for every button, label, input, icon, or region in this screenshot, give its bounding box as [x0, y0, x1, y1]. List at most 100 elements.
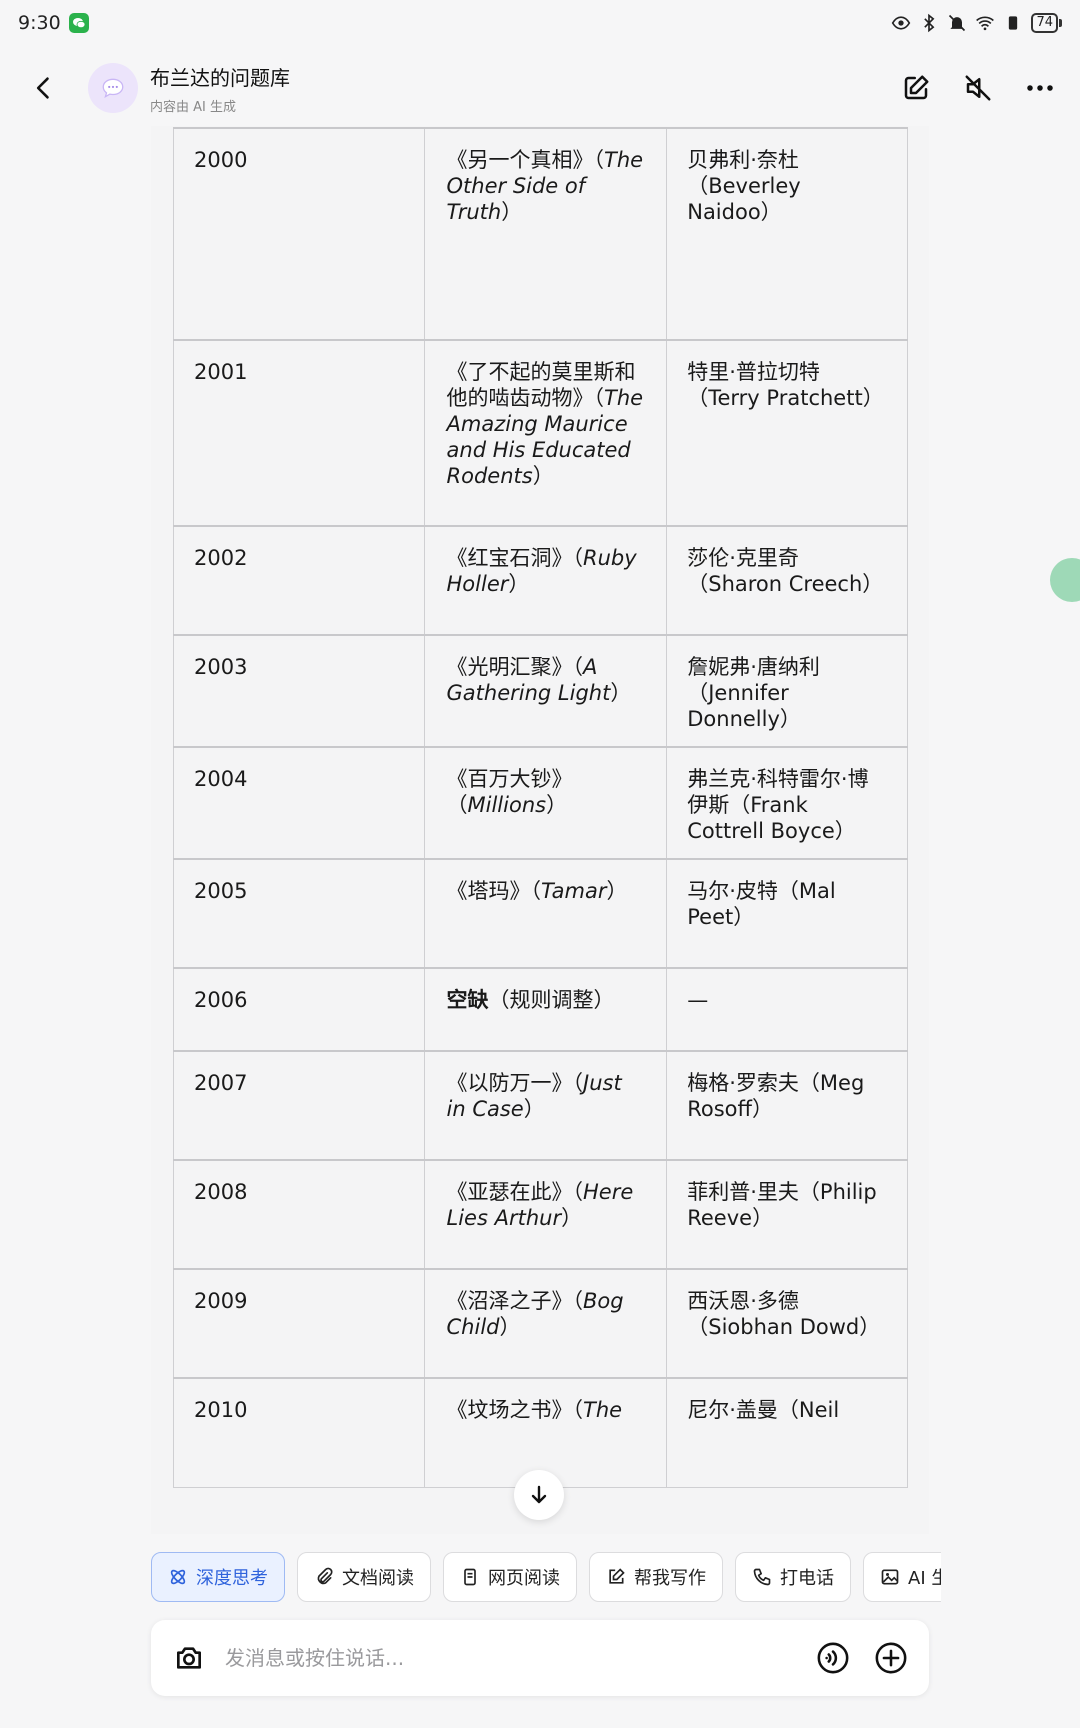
book-title-cn: 《坟场之书》（	[446, 1398, 584, 1422]
chip-label: 帮我写作	[634, 1568, 706, 1589]
book-cell: 《光明汇聚》（A Gathering Light）	[423, 634, 668, 748]
author-cell: 马尔·皮特（Mal Peet）	[666, 858, 908, 969]
battery-level: 74	[1031, 13, 1058, 33]
message-input-bar	[151, 1620, 929, 1696]
book-title-close: ）	[561, 1206, 583, 1230]
book-title-cn: 《沼泽之子》（	[446, 1289, 584, 1313]
chat-bubble-icon	[102, 78, 124, 99]
chip-image[interactable]: AI 生	[863, 1552, 941, 1602]
table-row: 2008 《亚瑟在此》（Here Lies Arthur） 菲利普·里夫（Phili…	[173, 1159, 908, 1270]
year-cell: 2004	[173, 746, 425, 860]
author-cell: 菲利普·里夫（Philip Reeve）	[666, 1159, 908, 1270]
floating-assistant-handle[interactable]	[1050, 558, 1080, 602]
chip-label: 文档阅读	[342, 1568, 414, 1589]
table-row: 2004 《百万大钞》（Millions） 弗兰克·科特雷尔·博伊斯（Frank C…	[173, 746, 908, 860]
author-cell: 弗兰克·科特雷尔·博伊斯（Frank Cottrell Boyce）	[666, 746, 908, 860]
phone-icon	[752, 1567, 772, 1587]
new-chat-button[interactable]	[896, 68, 936, 108]
status-time: 9:30	[18, 12, 61, 34]
book-title-en: Millions	[467, 793, 547, 817]
camera-icon	[177, 1647, 201, 1669]
more-options-button[interactable]	[1020, 68, 1060, 108]
table-row: 2002 《红宝石洞》（Ruby Holler） 莎伦·克里奇（Sharon Cre…	[173, 525, 908, 636]
page-title: 布兰达的问题库	[150, 65, 290, 90]
chip-label: AI 生	[908, 1568, 941, 1589]
author-cell: —	[666, 967, 908, 1052]
battery-tip	[1059, 19, 1062, 27]
eye-icon	[892, 16, 911, 30]
book-title-close: ）	[606, 879, 628, 903]
write-icon	[606, 1567, 626, 1587]
book-cell: 《了不起的莫里斯和他的啮齿动物》（The Amazing Maurice and…	[423, 339, 668, 527]
book-title-close: ）	[532, 464, 554, 488]
author-cell: 特里·普拉切特（Terry Pratchett）	[666, 339, 908, 527]
table-row: 2001 《了不起的莫里斯和他的啮齿动物》（The Amazing Maurice…	[173, 339, 908, 527]
back-button[interactable]	[20, 64, 68, 112]
bot-avatar[interactable]	[88, 63, 138, 113]
scroll-to-bottom-button[interactable]	[514, 1470, 564, 1520]
book-title-close: ）	[508, 572, 530, 596]
status-bar: 9:30 74	[0, 0, 1080, 46]
camera-button[interactable]	[169, 1638, 209, 1678]
ai-generated-note: 内容由 AI 生成	[150, 99, 236, 115]
book-title-en: The	[583, 1398, 623, 1422]
table-row: 2003 《光明汇聚》（A Gathering Light） 詹妮弗·唐纳利（Jen…	[173, 634, 908, 748]
chip-label: 深度思考	[196, 1568, 268, 1589]
year-cell: 2006	[173, 967, 425, 1052]
message-content: 2000 《另一个真相》（The Other Side of Truth） 贝弗利·…	[151, 126, 929, 1534]
add-attachment-button[interactable]	[871, 1638, 911, 1678]
year-cell: 2003	[173, 634, 425, 748]
page-icon	[460, 1567, 480, 1587]
chip-label: 网页阅读	[488, 1568, 560, 1589]
book-title-en: Tamar	[541, 879, 607, 903]
table-row: 2007 《以防万一》（Just in Case） 梅格·罗索夫（Meg Rosof…	[173, 1050, 908, 1161]
year-cell: 2008	[173, 1159, 425, 1270]
bluetooth-icon	[924, 13, 935, 33]
book-title-close: ）	[499, 1315, 521, 1339]
more-dots-icon	[1027, 85, 1053, 91]
awards-table: 2000 《另一个真相》（The Other Side of Truth） 贝弗利·…	[173, 127, 908, 1488]
book-cell: 《沼泽之子》（Bog Child）	[423, 1268, 668, 1379]
book-cell: 《塔玛》（Tamar）	[423, 858, 668, 969]
book-cell: 空缺（规则调整）	[423, 967, 668, 1052]
book-title-close: ）	[501, 200, 523, 224]
quick-action-bar: 深度思考 文档阅读 网页阅读 帮我写作 打电话 AI 生	[151, 1552, 941, 1604]
image-icon	[880, 1567, 900, 1587]
table-row: 2000 《另一个真相》（The Other Side of Truth） 贝弗利·…	[173, 127, 908, 341]
arrow-down-icon	[531, 1485, 547, 1504]
author-cell: 梅格·罗索夫（Meg Rosoff）	[666, 1050, 908, 1161]
message-input[interactable]	[225, 1646, 795, 1670]
chip-atom[interactable]: 深度思考	[151, 1552, 285, 1602]
table-row: 2006 空缺（规则调整） —	[173, 967, 908, 1052]
author-cell: 詹妮弗·唐纳利（Jennifer Donnelly）	[666, 634, 908, 748]
author-cell: 尼尔·盖曼（Neil	[666, 1377, 908, 1488]
year-cell: 2009	[173, 1268, 425, 1379]
plus-circle-icon	[875, 1642, 907, 1674]
paperclip-icon	[314, 1567, 334, 1587]
voice-call-button[interactable]	[813, 1638, 853, 1678]
mute-bell-icon	[949, 14, 966, 32]
book-cell: 《百万大钞》（Millions）	[423, 746, 668, 860]
year-cell: 2005	[173, 858, 425, 969]
book-title-cn: 《塔玛》（	[446, 879, 542, 903]
book-cell: 《亚瑟在此》（Here Lies Arthur）	[423, 1159, 668, 1270]
book-cell: 《以防万一》（Just in Case）	[423, 1050, 668, 1161]
chat-header: 布兰达的问题库 内容由 AI 生成	[0, 48, 1080, 128]
book-cell: 《红宝石洞》（Ruby Holler）	[423, 525, 668, 636]
mute-voice-button[interactable]	[958, 68, 998, 108]
table-row: 2009 《沼泽之子》（Bog Child） 西沃恩·多德（Siobhan Dowd…	[173, 1268, 908, 1379]
title-block: 布兰达的问题库 内容由 AI 生成	[150, 62, 896, 115]
book-title-cn: 《以防万一》（	[446, 1071, 584, 1095]
book-title-cn: 《红宝石洞》（	[446, 546, 584, 570]
book-title-close: ）	[610, 681, 632, 705]
chip-paperclip[interactable]: 文档阅读	[297, 1552, 431, 1602]
chevron-left-icon	[36, 77, 49, 99]
book-title-close: ）	[546, 793, 568, 817]
year-cell: 2010	[173, 1377, 425, 1488]
book-title-close: ）	[523, 1097, 545, 1121]
vacant-label: 空缺	[446, 988, 489, 1012]
chip-phone[interactable]: 打电话	[735, 1552, 851, 1602]
chip-page[interactable]: 网页阅读	[443, 1552, 577, 1602]
chip-write[interactable]: 帮我写作	[589, 1552, 723, 1602]
author-cell: 贝弗利·奈杜（Beverley Naidoo）	[666, 127, 908, 341]
